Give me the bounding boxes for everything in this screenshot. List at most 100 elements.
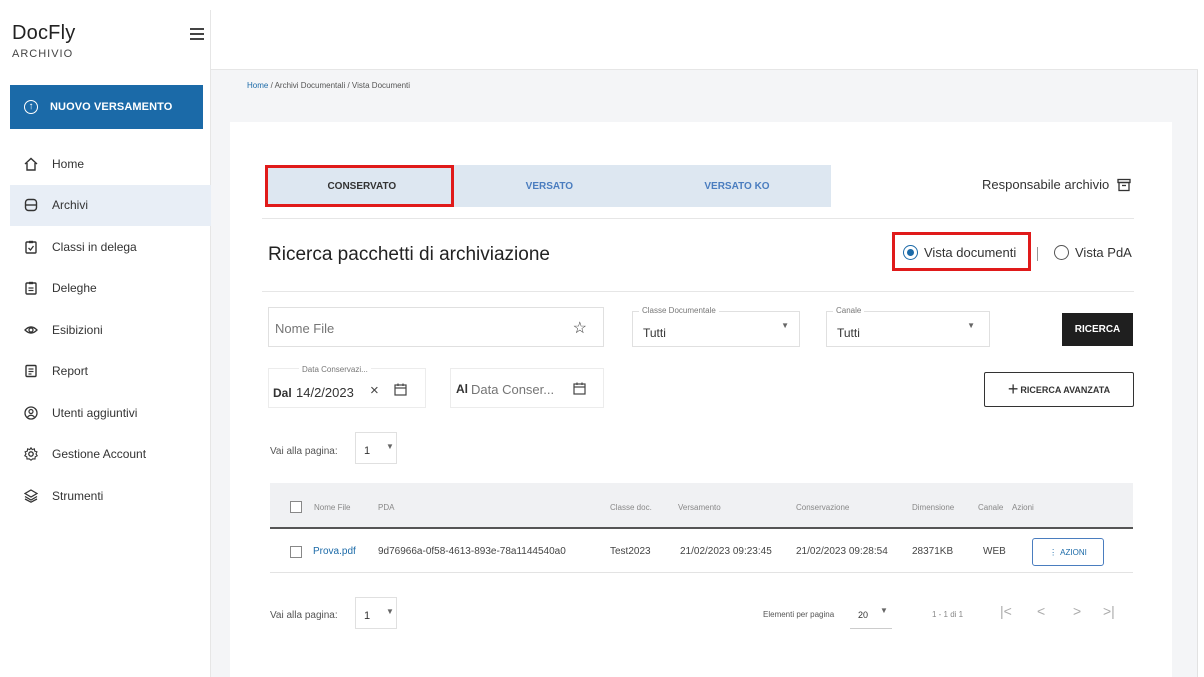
data-label: Data Conservazi... [299,365,371,374]
row-checkbox[interactable] [290,546,302,558]
responsabile-label: Responsabile archivio [982,177,1110,192]
clipboard-list-icon [24,281,38,295]
page-value: 1 [364,445,371,457]
header-divider [262,218,1134,219]
per-page-label: Elementi per pagina [763,610,835,619]
sidebar-item-report[interactable]: Report [10,351,211,393]
col-header-pda[interactable]: PDA [378,503,394,512]
azioni-button[interactable]: ⋮ AZIONI [1032,538,1104,566]
sidebar-item-label: Report [52,364,89,379]
dal-value: 14/2/2023 [296,385,354,400]
canale-label: Canale [833,306,865,315]
first-page-icon[interactable]: |< [1000,603,1012,619]
radio-unselected-icon [1054,245,1069,260]
nome-file-field[interactable]: ☆ [268,307,604,347]
sidebar-item-label: Classi in delega [52,239,137,254]
plus-icon: + [1007,379,1019,399]
tab-versato[interactable]: VERSATO [456,165,644,207]
radio-label: Vista PdA [1075,245,1132,260]
azioni-label: AZIONI [1060,547,1087,557]
chevron-down-icon: ▼ [386,442,394,451]
cell-dimensione: 28371KB [912,546,954,557]
sidebar-item-label: Deleghe [52,281,97,296]
radio-label: Vista documenti [924,245,1017,260]
responsabile-archivio-link[interactable]: Responsabile archivio [982,177,1131,192]
classe-value: Tutti [643,326,666,340]
breadcrumb: Home / Archivi Documentali / Vista Docum… [247,81,410,90]
calendar-icon[interactable] [394,383,407,401]
title-divider [262,291,1134,292]
col-header-nome-file[interactable]: Nome File [314,503,350,512]
status-tabs: CONSERVATO VERSATO VERSATO KO [268,165,831,207]
ricerca-avanzata-label: RICERCA AVANZATA [1020,384,1111,395]
classe-label: Classe Documentale [639,306,719,315]
sidebar-item-home[interactable]: Home [10,143,211,185]
data-al-field[interactable]: Al [450,368,604,408]
chevron-down-icon: ▼ [880,606,888,615]
sidebar-item-label: Home [52,156,85,171]
radio-selected-icon [903,245,918,260]
select-all-checkbox[interactable] [290,501,302,513]
sidebar-item-gestione-account[interactable]: Gestione Account [10,434,211,476]
tab-versato-ko[interactable]: VERSATO KO [643,165,831,207]
sidebar-item-utenti-aggiuntivi[interactable]: Utenti aggiuntivi [10,392,211,434]
cell-canale: WEB [983,546,1006,557]
eye-icon [24,323,38,337]
cell-nome-file[interactable]: Prova.pdf [313,546,356,557]
col-header-versamento[interactable]: Versamento [678,503,721,512]
chevron-down-icon: ▼ [781,321,789,330]
page-range: 1 - 1 di 1 [932,610,964,619]
report-icon [24,364,38,378]
calendar-icon[interactable] [573,382,586,400]
per-page-select[interactable]: 20 ▼ [850,597,892,629]
menu-icon[interactable] [190,28,204,40]
next-page-icon[interactable]: > [1073,603,1081,619]
sidebar-item-archivi[interactable]: Archivi [10,184,211,226]
radio-separator [1037,247,1038,261]
goto-page-select[interactable]: 1 ▼ [355,432,397,464]
star-icon[interactable]: ☆ [573,318,587,338]
chevron-down-icon: ▼ [386,607,394,616]
sidebar-item-label: Utenti aggiuntivi [52,405,138,420]
breadcrumb-home-link[interactable]: Home [247,81,268,90]
col-header-canale[interactable]: Canale [978,503,1003,512]
ricerca-avanzata-button[interactable]: + RICERCA AVANZATA [984,372,1134,407]
sidebar-item-esibizioni[interactable]: Esibizioni [10,309,211,351]
app-subtitle: ARCHIVIO [12,48,74,60]
sidebar-item-label: Strumenti [52,488,104,503]
per-page-value: 20 [858,610,869,620]
tab-conservato[interactable]: CONSERVATO [268,165,456,207]
arrow-up-circle-icon: ↑ [24,100,38,114]
data-al-input[interactable] [471,380,567,398]
radio-vista-documenti[interactable]: Vista documenti [903,245,1016,260]
nome-file-input[interactable] [275,318,555,338]
new-versamento-label: NUOVO VERSAMENTO [50,101,173,113]
last-page-icon[interactable]: >| [1103,603,1115,619]
page-value: 1 [364,610,371,622]
radio-vista-pda[interactable]: Vista PdA [1054,245,1132,260]
ricerca-button[interactable]: RICERCA [1062,313,1133,346]
data-dal-field[interactable]: Data Conservazi... Dal 14/2/2023 × [268,365,426,408]
col-header-conservazione[interactable]: Conservazione [796,503,849,512]
al-prefix: Al [456,382,468,396]
new-versamento-button[interactable]: ↑ NUOVO VERSAMENTO [10,85,203,129]
goto-page-label: Vai alla pagina: [270,446,338,457]
canale-select[interactable]: Canale Tutti ▼ [826,306,990,347]
goto-page-select[interactable]: 1 ▼ [355,597,397,629]
home-icon [24,157,38,171]
cell-versamento: 21/02/2023 09:23:45 [680,546,772,557]
col-header-dimensione[interactable]: Dimensione [912,503,954,512]
sidebar-item-classi-in-delega[interactable]: Classi in delega [10,226,211,268]
user-circle-icon [24,406,38,420]
archive-box-icon [1117,178,1131,192]
sidebar-item-label: Archivi [52,198,89,213]
prev-page-icon[interactable]: < [1037,603,1045,619]
classe-documentale-select[interactable]: Classe Documentale Tutti ▼ [632,306,800,347]
col-header-classe[interactable]: Classe doc. [610,503,652,512]
sidebar-item-deleghe[interactable]: Deleghe [10,268,211,310]
clear-icon[interactable]: × [370,382,379,399]
layers-icon [24,488,38,503]
database-icon [24,198,38,212]
sidebar-item-strumenti[interactable]: Strumenti [10,475,211,517]
col-header-azioni: Azioni [1012,503,1034,512]
